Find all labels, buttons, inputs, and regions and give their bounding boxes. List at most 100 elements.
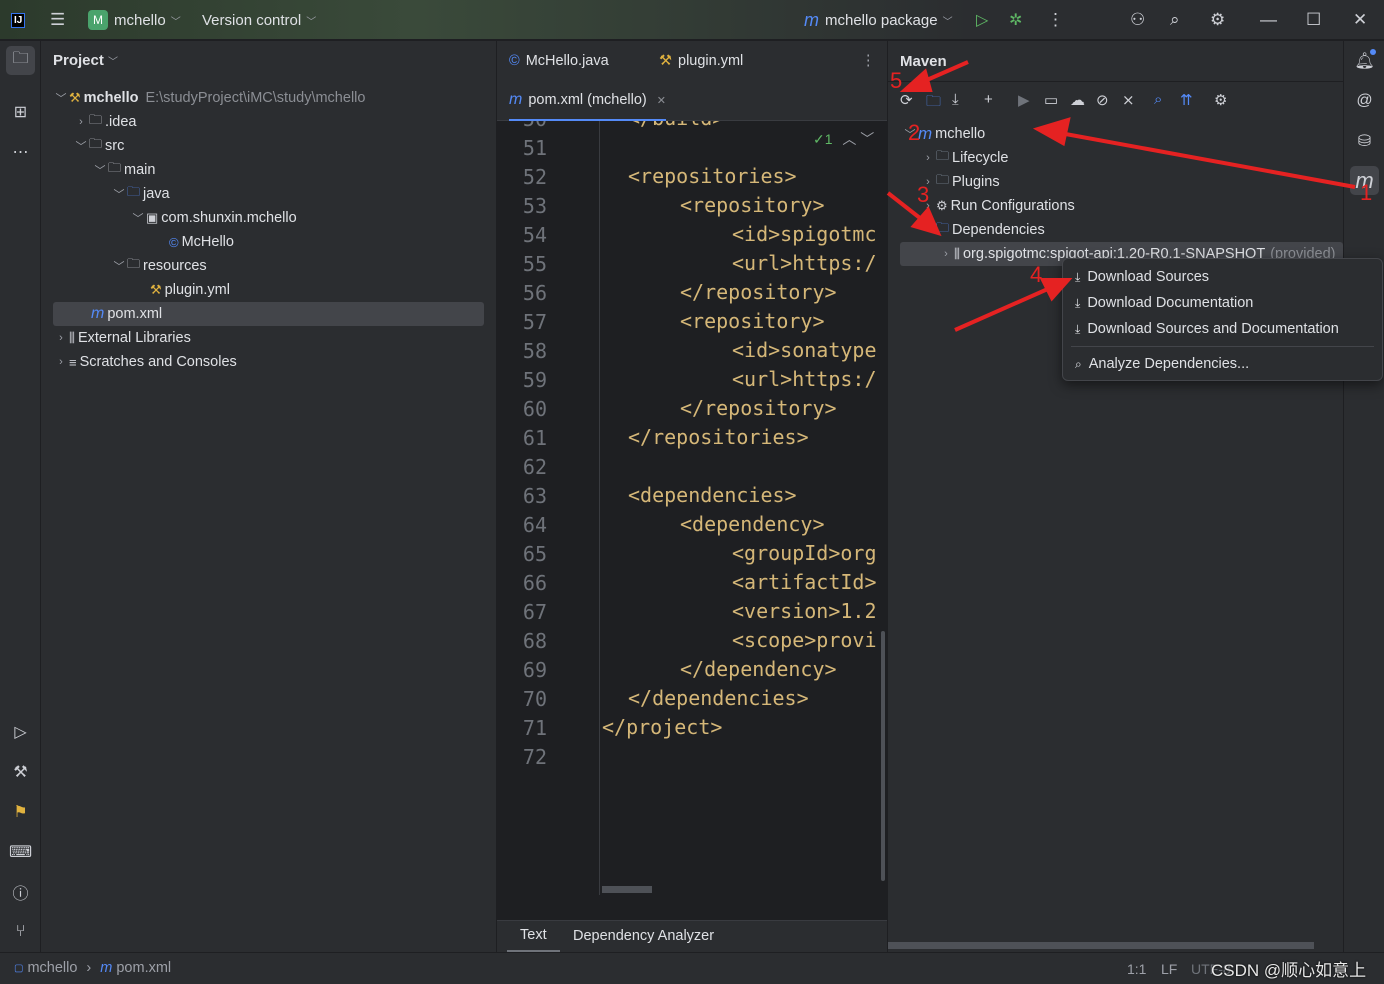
collapse-icon[interactable]: ⨯: [1122, 91, 1135, 109]
offline-icon[interactable]: ☁: [1070, 91, 1085, 109]
more-icon[interactable]: ⋮: [1047, 0, 1064, 40]
tab-pom-xml[interactable]: m pom.xml (mchello) ✕: [509, 81, 666, 121]
maven-tree-run-configurations[interactable]: › ⚙ Run Configurations: [920, 194, 1075, 218]
caret-position[interactable]: 1:1: [1127, 961, 1146, 977]
main-menu-icon[interactable]: ☰: [50, 0, 65, 40]
run-config-selector[interactable]: m mchello package ﹀: [804, 0, 953, 40]
line-ending[interactable]: LF: [1161, 961, 1177, 977]
code-line: <url>https:/: [732, 251, 877, 275]
git-icon[interactable]: ⑂: [6, 917, 35, 946]
annotation-3: 3: [917, 182, 930, 207]
execute-goal-icon[interactable]: ▭: [1044, 91, 1058, 109]
tree-label: mchello: [83, 90, 139, 106]
tree-label: .idea: [105, 114, 137, 130]
maven-settings-icon[interactable]: ⚙: [1214, 91, 1227, 109]
line-number: 53: [522, 194, 547, 218]
menu-download-documentation[interactable]: ⤓ Download Documentation: [1075, 290, 1253, 316]
add-user-icon[interactable]: ⚇: [1130, 0, 1145, 40]
app-logo-icon[interactable]: IJ: [11, 0, 26, 40]
line-number: 63: [522, 484, 547, 508]
terminal-icon[interactable]: ⌨: [6, 837, 35, 866]
project-tool-icon[interactable]: 🗀: [6, 46, 35, 75]
menu-download-sources-and-documentation[interactable]: ⤓ Download Sources and Documentation: [1075, 316, 1339, 342]
annotation-5: 5: [890, 68, 903, 93]
more-tools-icon[interactable]: ⋯: [6, 137, 35, 166]
tree-item-resources[interactable]: ﹀ 🗀 resources: [111, 254, 207, 278]
tabs-more-icon[interactable]: ⋮: [861, 41, 876, 81]
structure-icon[interactable]: ⊞: [6, 97, 35, 126]
show-dependencies-icon[interactable]: ⇈: [1180, 91, 1193, 109]
project-path: E:\studyProject\iMC\study\mchello: [145, 90, 366, 106]
tree-label: McHello: [181, 234, 234, 250]
gear-icon[interactable]: ⚙: [1210, 0, 1225, 40]
reload-project-icon[interactable]: 🗀: [926, 91, 941, 116]
run-icon[interactable]: ▷: [976, 0, 988, 40]
version-control-menu[interactable]: Version control ﹀: [202, 0, 316, 40]
code-line: </build>: [628, 121, 724, 130]
left-tool-strip: 🗀 ⊞ ⋯ ▷ ⚒ ⚑ ⌨ ⓘ ⑂: [0, 41, 41, 952]
maven-tree-dependencies[interactable]: ﹀ 🗀 Dependencies: [920, 218, 1045, 242]
project-selector[interactable]: Mmchello ﹀: [88, 0, 181, 40]
tab-dependency-analyzer[interactable]: Dependency Analyzer: [573, 920, 714, 952]
tree-item-src[interactable]: ﹀ 🗀 src: [73, 134, 125, 158]
project-panel-title[interactable]: Project ﹀: [53, 52, 118, 69]
editor: © McHello.java ⚒ plugin.yml ⋮ m pom.xml (mc…: [497, 41, 887, 952]
menu-download-sources[interactable]: ⤓ Download Sources: [1075, 264, 1209, 290]
maven-tree-plugins[interactable]: › 🗀 Plugins: [920, 170, 999, 194]
annotation-1: 1: [1360, 180, 1373, 205]
title-bar: IJ ☰ Mmchello ﹀ Version control ﹀ m mchello…: [0, 0, 1384, 40]
tree-item-package[interactable]: ﹀ ▣ com.shunxin.mchello: [130, 206, 297, 230]
close-tab-icon[interactable]: ✕: [657, 94, 666, 107]
services-icon[interactable]: ▷: [6, 717, 35, 746]
skip-tests-icon[interactable]: ⊘: [1096, 91, 1109, 109]
line-number: 61: [522, 426, 547, 450]
menu-analyze-dependencies[interactable]: ⌕ Analyze Dependencies...: [1075, 351, 1249, 377]
run-maven-icon[interactable]: ▶: [1018, 91, 1030, 109]
analyze-icon[interactable]: ⌕: [1154, 91, 1162, 108]
ai-assistant-icon[interactable]: @: [1350, 86, 1379, 115]
close-icon[interactable]: ✕: [1353, 0, 1367, 40]
maven-horizontal-scrollbar[interactable]: [888, 942, 1314, 949]
code-line: <repository>: [680, 193, 825, 217]
build-icon[interactable]: ⚒: [6, 757, 35, 786]
maven-run-icon[interactable]: ⚑: [6, 797, 35, 826]
line-number: 69: [522, 658, 547, 682]
database-icon[interactable]: ⛁: [1350, 126, 1379, 155]
tree-item-pom-xml[interactable]: m pom.xml: [53, 302, 484, 326]
maximize-icon[interactable]: ☐: [1306, 0, 1321, 40]
problems-icon[interactable]: ⓘ: [6, 877, 35, 906]
line-number: 70: [522, 687, 547, 711]
tab-text[interactable]: Text: [507, 920, 560, 952]
maven-tree-lifecycle[interactable]: › 🗀 Lifecycle: [920, 146, 1008, 170]
tree-item-plugin-yml[interactable]: ⚒ plugin.yml: [134, 278, 230, 302]
inspection-widget[interactable]: ✓1 ︿ ﹀: [813, 129, 875, 149]
tree-item-external-libraries[interactable]: › ⫼ External Libraries: [53, 326, 191, 350]
tree-item-main[interactable]: ﹀ 🗀 main: [92, 158, 156, 182]
tree-item-mchello[interactable]: ﹀ ⚒ mchello E:\studyProject\iMC\study\mchel…: [53, 86, 366, 110]
breadcrumb-project[interactable]: mchello: [27, 960, 77, 976]
tab-mchello-java[interactable]: © McHello.java: [509, 41, 609, 81]
minimize-icon[interactable]: —: [1260, 0, 1277, 40]
tab-plugin-yml[interactable]: ⚒ plugin.yml: [659, 41, 743, 81]
line-number: 62: [522, 455, 547, 479]
breadcrumb-file[interactable]: pom.xml: [116, 960, 171, 976]
code-line: <dependencies>: [628, 483, 797, 507]
tree-item-mchello-class[interactable]: © McHello: [153, 230, 234, 254]
search-icon[interactable]: ⌕: [1170, 0, 1180, 40]
code-line: <id>sonatype: [732, 338, 877, 362]
vertical-scrollbar[interactable]: [881, 631, 885, 881]
maven-icon: m: [804, 9, 819, 30]
line-number: 68: [522, 629, 547, 653]
tree-label: pom.xml: [107, 306, 163, 322]
tree-item-idea[interactable]: › 🗀 .idea: [73, 110, 136, 134]
notifications-icon[interactable]: 🔔︎: [1350, 46, 1379, 75]
add-icon[interactable]: +: [984, 91, 993, 108]
horizontal-scrollbar[interactable]: [602, 886, 652, 893]
line-number: 60: [522, 397, 547, 421]
debug-icon[interactable]: ✲: [1009, 0, 1022, 40]
tree-item-scratches[interactable]: › ≡ Scratches and Consoles: [53, 350, 237, 374]
line-number: 52: [522, 165, 547, 189]
code-area[interactable]: 50 </build> 51 52 <repositories> 53 <repositor…: [497, 121, 887, 895]
download-icon[interactable]: ⤓: [952, 91, 959, 108]
tree-item-java[interactable]: ﹀ 🗀 java: [111, 182, 170, 206]
